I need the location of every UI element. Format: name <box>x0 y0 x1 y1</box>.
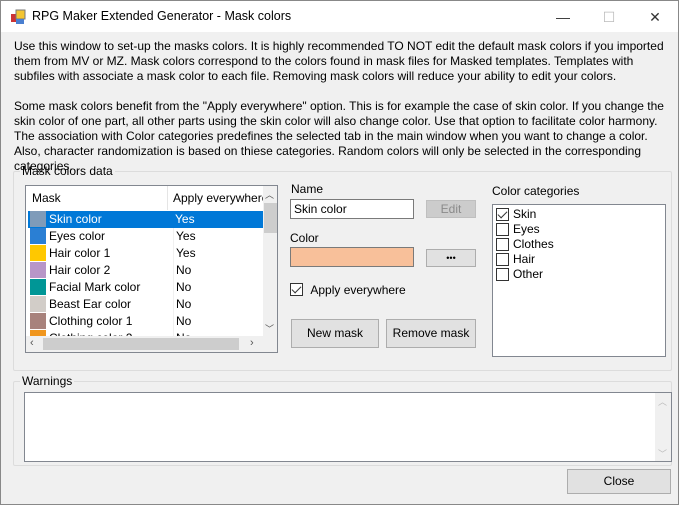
edit-button[interactable]: Edit <box>426 200 476 218</box>
mask-name: Hair color 1 <box>49 246 111 260</box>
vertical-scrollbar[interactable]: ︿ ﹀ <box>263 186 277 336</box>
mask-row[interactable]: Skin color Yes <box>28 211 263 228</box>
intro-paragraph-1: Use this window to set-up the masks colo… <box>14 39 664 83</box>
category-other[interactable]: Other <box>496 267 543 282</box>
hscroll-thumb[interactable] <box>43 338 239 350</box>
horizontal-scrollbar[interactable]: ‹ › <box>26 336 263 352</box>
mask-row[interactable]: Hair color 1 Yes <box>28 245 263 262</box>
checkbox-icon[interactable] <box>496 268 509 282</box>
apply-value: No <box>173 279 263 296</box>
mask-colors-legend: Mask colors data <box>22 164 113 178</box>
mask-row[interactable]: Clothing color 1 No <box>28 313 263 330</box>
color-swatch <box>30 313 46 329</box>
color-categories-list[interactable]: Skin Eyes Clothes Hair Other <box>492 204 666 357</box>
window-title: RPG Maker Extended Generator - Mask colo… <box>32 9 292 23</box>
minimize-button[interactable]: — <box>540 1 586 33</box>
color-swatch <box>30 228 46 244</box>
maximize-button[interactable]: ☐ <box>586 1 632 33</box>
close-button[interactable]: Close <box>567 469 671 494</box>
mask-name: Skin color <box>49 212 102 226</box>
color-preview[interactable] <box>290 247 414 267</box>
name-label: Name <box>291 182 324 196</box>
intro-paragraph-2: Some mask colors benefit from the "Apply… <box>14 99 664 128</box>
checkbox-icon[interactable] <box>290 283 303 297</box>
color-swatch <box>30 296 46 312</box>
warnings-legend: Warnings <box>22 374 73 388</box>
apply-value: Yes <box>175 212 195 226</box>
category-hair[interactable]: Hair <box>496 252 535 267</box>
checkbox-icon[interactable] <box>496 208 509 222</box>
category-clothes[interactable]: Clothes <box>496 237 554 252</box>
close-window-button[interactable]: ✕ <box>632 1 678 33</box>
mask-row[interactable]: Beast Ear color No <box>28 296 263 313</box>
checkbox-icon[interactable] <box>496 253 509 267</box>
color-categories-label: Color categories <box>492 184 580 198</box>
name-input[interactable]: Skin color <box>290 199 414 219</box>
column-header-apply[interactable]: Apply everywhere <box>173 186 268 210</box>
scroll-thumb[interactable] <box>264 203 277 233</box>
scroll-right-icon[interactable]: › <box>250 337 254 349</box>
mask-name: Hair color 2 <box>49 263 111 277</box>
scroll-up-icon[interactable]: ︿ <box>265 188 274 201</box>
mask-row[interactable]: Facial Mark color No <box>28 279 263 296</box>
pick-color-button[interactable]: ••• <box>426 249 476 267</box>
apply-value: No <box>173 262 263 279</box>
mask-name: Eyes color <box>49 229 106 243</box>
scroll-down-icon[interactable]: ﹀ <box>265 322 274 335</box>
color-swatch <box>30 279 46 295</box>
column-header-mask[interactable]: Mask <box>32 186 61 210</box>
apply-value: No <box>173 296 263 313</box>
checkbox-icon[interactable] <box>496 238 509 252</box>
mask-name: Facial Mark color <box>49 280 141 294</box>
new-mask-button[interactable]: New mask <box>291 319 379 348</box>
apply-value: Yes <box>173 228 263 245</box>
color-swatch <box>30 245 46 261</box>
warnings-textarea[interactable]: ︿ ﹀ <box>24 392 672 462</box>
title-bar: RPG Maker Extended Generator - Mask colo… <box>0 0 679 32</box>
mask-row[interactable]: Eyes color Yes <box>28 228 263 245</box>
scroll-left-icon[interactable]: ‹ <box>30 337 34 349</box>
category-eyes[interactable]: Eyes <box>496 222 540 237</box>
apply-everywhere-label: Apply everywhere <box>310 282 406 297</box>
color-swatch <box>30 211 46 227</box>
mask-name: Beast Ear color <box>49 297 132 311</box>
remove-mask-button[interactable]: Remove mask <box>386 319 476 348</box>
category-skin[interactable]: Skin <box>496 207 536 222</box>
apply-value: No <box>173 313 263 330</box>
apply-everywhere-checkbox[interactable]: Apply everywhere <box>290 282 406 297</box>
color-label: Color <box>290 231 319 245</box>
color-swatch <box>30 262 46 278</box>
mask-row[interactable]: Hair color 2 No <box>28 262 263 279</box>
app-icon <box>11 9 26 24</box>
mask-name: Clothing color 1 <box>49 314 133 328</box>
apply-value: Yes <box>173 245 263 262</box>
mask-list[interactable]: Mask Apply everywhere Skin color Yes Eyes … <box>25 185 278 353</box>
warnings-scrollbar[interactable]: ︿ ﹀ <box>655 393 671 461</box>
checkbox-icon[interactable] <box>496 223 509 237</box>
